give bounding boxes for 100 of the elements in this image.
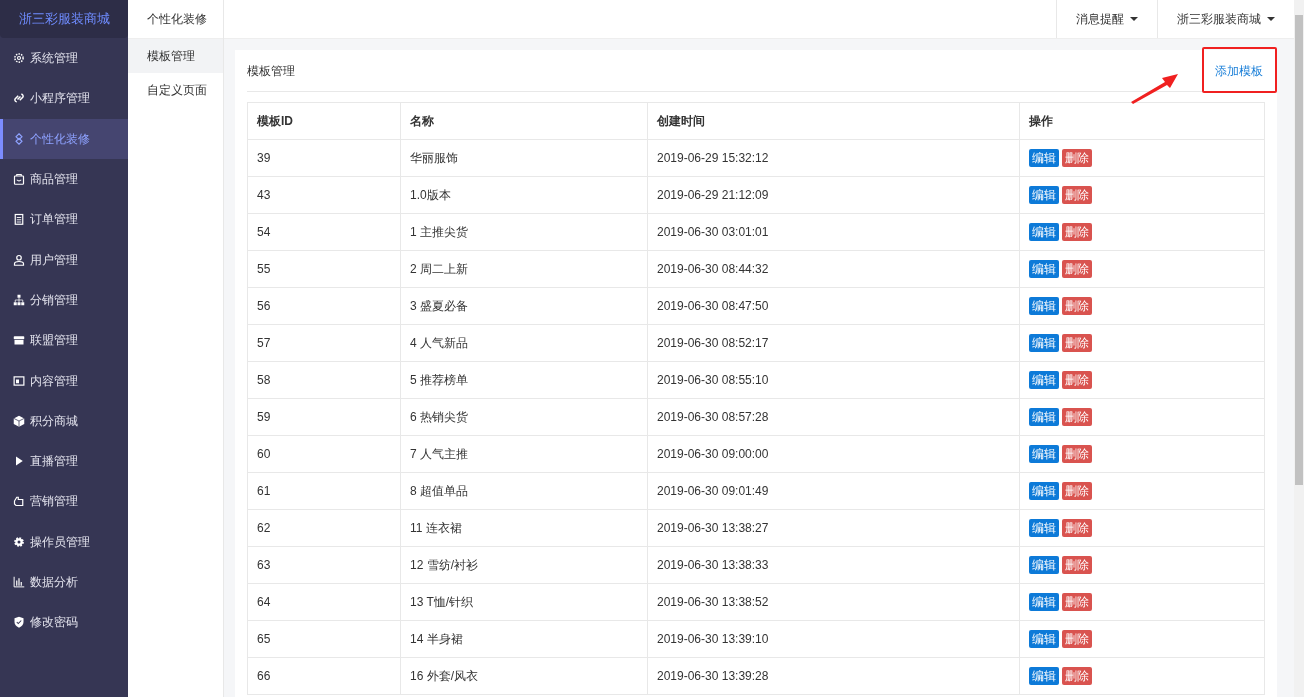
hand-icon bbox=[13, 495, 25, 508]
store-icon bbox=[13, 334, 25, 347]
edit-button[interactable]: 编辑 bbox=[1029, 408, 1059, 426]
document-icon bbox=[13, 213, 25, 226]
table-cell: 2019-06-30 09:01:49 bbox=[647, 472, 1020, 510]
sidebar-item[interactable]: 系统管理 bbox=[0, 38, 128, 79]
table-cell: 2019-06-30 13:39:28 bbox=[647, 657, 1020, 695]
sidebar-item[interactable]: 分销管理 bbox=[0, 279, 128, 321]
sidebar-label: 用户管理 bbox=[30, 251, 78, 269]
delete-button[interactable]: 删除 bbox=[1062, 630, 1092, 648]
column-header: 创建时间 bbox=[647, 102, 1020, 140]
card-title: 模板管理 bbox=[247, 62, 295, 80]
sidebar-item[interactable]: 订单管理 bbox=[0, 199, 128, 240]
sidebar-label: 操作员管理 bbox=[30, 533, 90, 551]
sidebar-item[interactable]: 个性化装修 bbox=[0, 118, 128, 159]
table-cell: 8 超值单品 bbox=[400, 472, 648, 510]
table-cell: 64 bbox=[247, 583, 401, 621]
edit-button[interactable]: 编辑 bbox=[1029, 260, 1059, 278]
table-cell: 6 热销尖货 bbox=[400, 398, 648, 436]
delete-button[interactable]: 删除 bbox=[1062, 556, 1092, 574]
table-cell: 2019-06-30 08:44:32 bbox=[647, 250, 1020, 288]
edit-button[interactable]: 编辑 bbox=[1029, 519, 1059, 537]
sidebar-label: 订单管理 bbox=[30, 211, 78, 229]
play-icon bbox=[13, 455, 25, 468]
table-cell: 华丽服饰 bbox=[400, 139, 648, 177]
caret-icon bbox=[1130, 17, 1138, 21]
delete-button[interactable]: 删除 bbox=[1062, 667, 1092, 685]
sidebar-item[interactable]: 商品管理 bbox=[0, 158, 128, 200]
scrollbar[interactable] bbox=[1294, 0, 1304, 697]
edit-button[interactable]: 编辑 bbox=[1029, 186, 1059, 204]
shield-icon bbox=[13, 616, 25, 629]
diamond-icon bbox=[13, 132, 25, 145]
sidebar-item[interactable]: 小程序管理 bbox=[0, 78, 128, 119]
table-cell: 43 bbox=[247, 176, 401, 214]
table-cell: 54 bbox=[247, 213, 401, 251]
edit-button[interactable]: 编辑 bbox=[1029, 149, 1059, 167]
brand-title: 浙三彩服装商城 bbox=[0, 0, 128, 38]
sidebar-item[interactable]: 修改密码 bbox=[0, 602, 128, 643]
sidebar-label: 小程序管理 bbox=[30, 90, 90, 108]
table-cell: 2019-06-29 21:12:09 bbox=[647, 176, 1020, 214]
sidebar-item[interactable]: 积分商城 bbox=[0, 400, 128, 441]
sidebar-label: 分销管理 bbox=[30, 291, 78, 309]
delete-button[interactable]: 删除 bbox=[1062, 371, 1092, 389]
sidebar-item[interactable]: 内容管理 bbox=[0, 360, 128, 401]
edit-button[interactable]: 编辑 bbox=[1029, 445, 1059, 463]
table-cell: 14 半身裙 bbox=[400, 620, 648, 658]
edit-button[interactable]: 编辑 bbox=[1029, 556, 1059, 574]
edit-button[interactable]: 编辑 bbox=[1029, 223, 1059, 241]
table-cell: 16 外套/风衣 bbox=[400, 657, 648, 695]
delete-button[interactable]: 删除 bbox=[1062, 593, 1092, 611]
delete-button[interactable]: 删除 bbox=[1062, 223, 1092, 241]
edit-button[interactable]: 编辑 bbox=[1029, 593, 1059, 611]
table-cell: 2019-06-30 03:01:01 bbox=[647, 213, 1020, 251]
table-cell: 66 bbox=[247, 657, 401, 695]
sidebar-label: 直播管理 bbox=[30, 453, 78, 471]
edit-button[interactable]: 编辑 bbox=[1029, 371, 1059, 389]
bag-icon bbox=[13, 173, 25, 186]
subnav-item[interactable]: 自定义页面 bbox=[128, 73, 223, 107]
sidebar-label: 个性化装修 bbox=[30, 130, 90, 148]
delete-button[interactable]: 删除 bbox=[1062, 445, 1092, 463]
sidebar-item[interactable]: 联盟管理 bbox=[0, 320, 128, 361]
edit-button[interactable]: 编辑 bbox=[1029, 334, 1059, 352]
edit-button[interactable]: 编辑 bbox=[1029, 297, 1059, 315]
table-cell: 2019-06-30 13:38:52 bbox=[647, 583, 1020, 621]
table-cell: 62 bbox=[247, 509, 401, 547]
sidebar-item[interactable]: 营销管理 bbox=[0, 481, 128, 522]
table-cell: 58 bbox=[247, 361, 401, 399]
hierarchy-icon bbox=[13, 293, 25, 306]
edit-button[interactable]: 编辑 bbox=[1029, 667, 1059, 685]
edit-button[interactable]: 编辑 bbox=[1029, 630, 1059, 648]
sidebar-item[interactable]: 用户管理 bbox=[0, 239, 128, 280]
sidebar-item[interactable]: 操作员管理 bbox=[0, 521, 128, 562]
link-icon bbox=[13, 92, 25, 105]
sidebar-label: 商品管理 bbox=[30, 171, 78, 189]
add-template-link[interactable]: 添加模板 bbox=[1213, 61, 1265, 80]
table-cell: 2019-06-30 09:00:00 bbox=[647, 435, 1020, 473]
table-cell: 2019-06-30 08:52:17 bbox=[647, 324, 1020, 362]
table-cell: 2019-06-30 08:55:10 bbox=[647, 361, 1020, 399]
delete-button[interactable]: 删除 bbox=[1062, 519, 1092, 537]
table-cell: 2019-06-30 08:57:28 bbox=[647, 398, 1020, 436]
sidebar-label: 营销管理 bbox=[30, 493, 78, 511]
table-cell: 61 bbox=[247, 472, 401, 510]
gear-icon bbox=[13, 535, 25, 548]
sidebar-label: 联盟管理 bbox=[30, 332, 78, 350]
delete-button[interactable]: 删除 bbox=[1062, 408, 1092, 426]
table-cell: 2019-06-30 08:47:50 bbox=[647, 287, 1020, 325]
edit-button[interactable]: 编辑 bbox=[1029, 482, 1059, 500]
delete-button[interactable]: 删除 bbox=[1062, 482, 1092, 500]
delete-button[interactable]: 删除 bbox=[1062, 186, 1092, 204]
sidebar-label: 数据分析 bbox=[30, 574, 78, 591]
sidebar-item[interactable]: 数据分析 bbox=[0, 561, 128, 603]
subnav-item[interactable]: 模板管理 bbox=[128, 39, 223, 73]
table-cell: 57 bbox=[247, 324, 401, 362]
table-cell: 60 bbox=[247, 435, 401, 473]
delete-button[interactable]: 删除 bbox=[1062, 260, 1092, 278]
delete-button[interactable]: 删除 bbox=[1062, 149, 1092, 167]
dropdown-menu-toggle[interactable]: 消息提醒 bbox=[1056, 0, 1157, 38]
sidebar-item[interactable]: 直播管理 bbox=[0, 440, 128, 482]
delete-button[interactable]: 删除 bbox=[1062, 297, 1092, 315]
delete-button[interactable]: 删除 bbox=[1062, 334, 1092, 352]
